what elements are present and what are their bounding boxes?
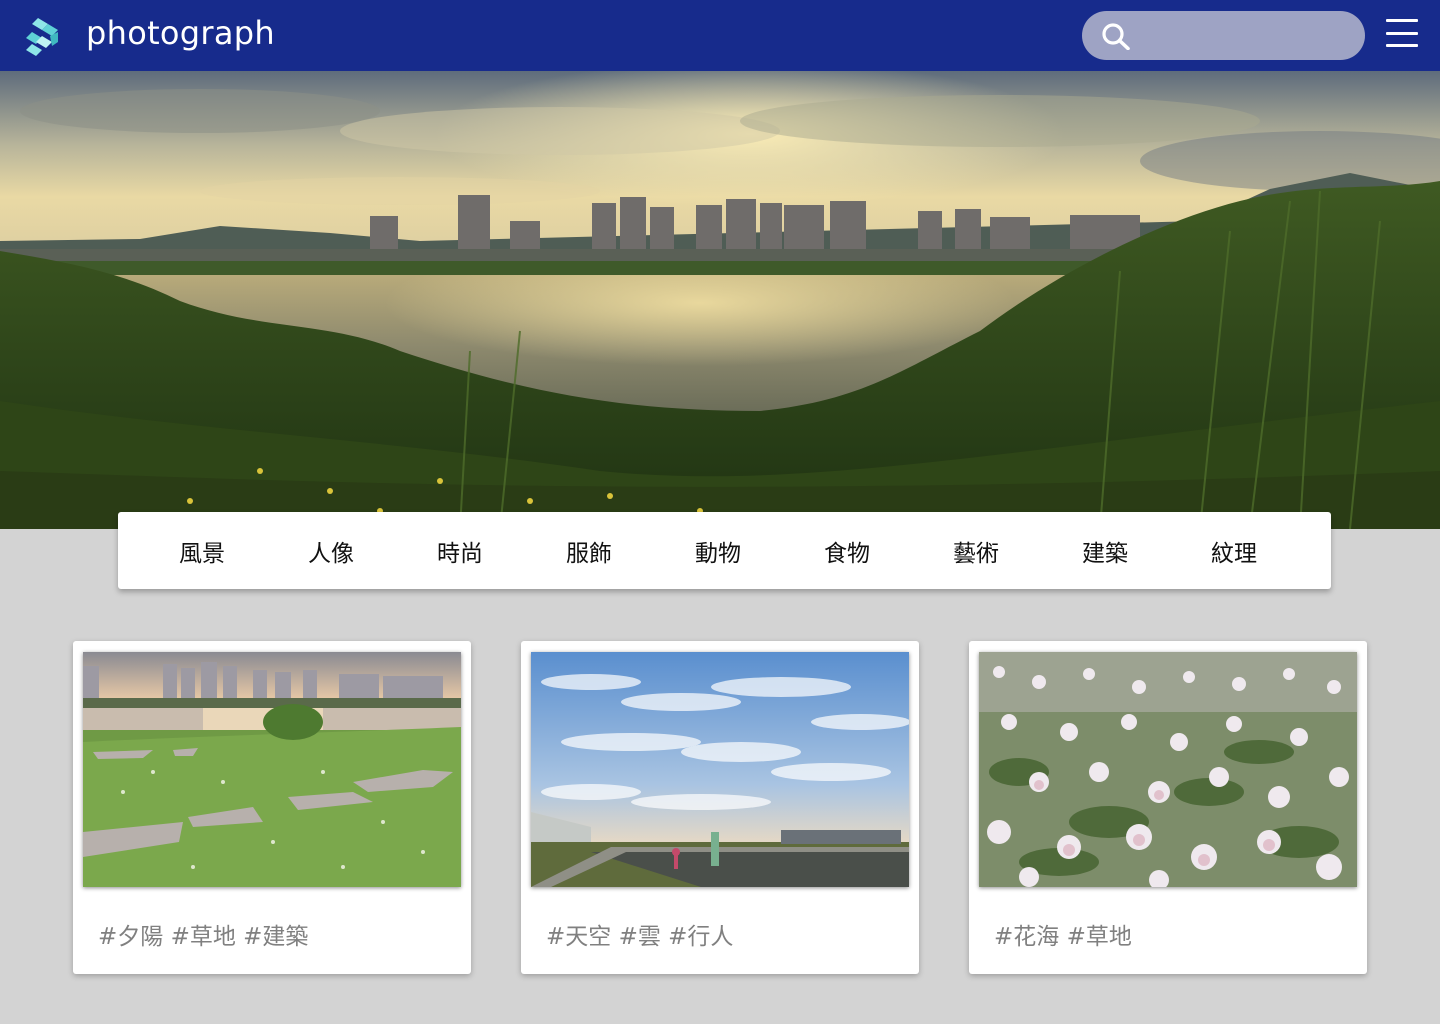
brand-name[interactable]: photograph [86,14,275,52]
photo-thumbnail[interactable] [531,652,909,887]
search-icon[interactable] [1101,22,1131,51]
category-item[interactable]: 人像 [308,534,354,568]
top-navbar: photograph [0,0,1440,71]
category-item[interactable]: 藝術 [953,534,999,568]
hero-banner-image [0,71,1440,529]
category-item[interactable]: 服飾 [566,534,612,568]
category-item[interactable]: 建築 [1082,534,1128,568]
photo-thumbnail[interactable] [979,652,1357,887]
photo-tags: #花海 #草地 [994,924,1132,950]
category-item[interactable]: 紋理 [1211,534,1257,568]
category-item[interactable]: 食物 [824,534,870,568]
category-item[interactable]: 風景 [179,534,225,568]
category-nav: 風景 人像 時尚 服飾 動物 食物 藝術 建築 紋理 [118,512,1331,589]
photo-tags: #天空 #雲 #行人 [546,924,734,950]
menu-line [1386,44,1418,47]
photo-card[interactable]: #花海 #草地 [969,641,1367,974]
search-bar[interactable] [1082,11,1365,60]
category-item[interactable]: 時尚 [437,534,483,568]
menu-line [1386,31,1418,35]
category-item[interactable]: 動物 [695,534,741,568]
photo-tags: #夕陽 #草地 #建築 [98,924,309,950]
photo-thumbnail[interactable] [83,652,461,887]
menu-line [1386,19,1418,22]
search-input[interactable] [1138,19,1348,52]
photo-card[interactable]: #天空 #雲 #行人 [521,641,919,974]
photo-card[interactable]: #夕陽 #草地 #建築 [73,641,471,974]
brand-logo-icon[interactable] [24,16,62,58]
hamburger-menu-icon[interactable] [1386,17,1418,49]
